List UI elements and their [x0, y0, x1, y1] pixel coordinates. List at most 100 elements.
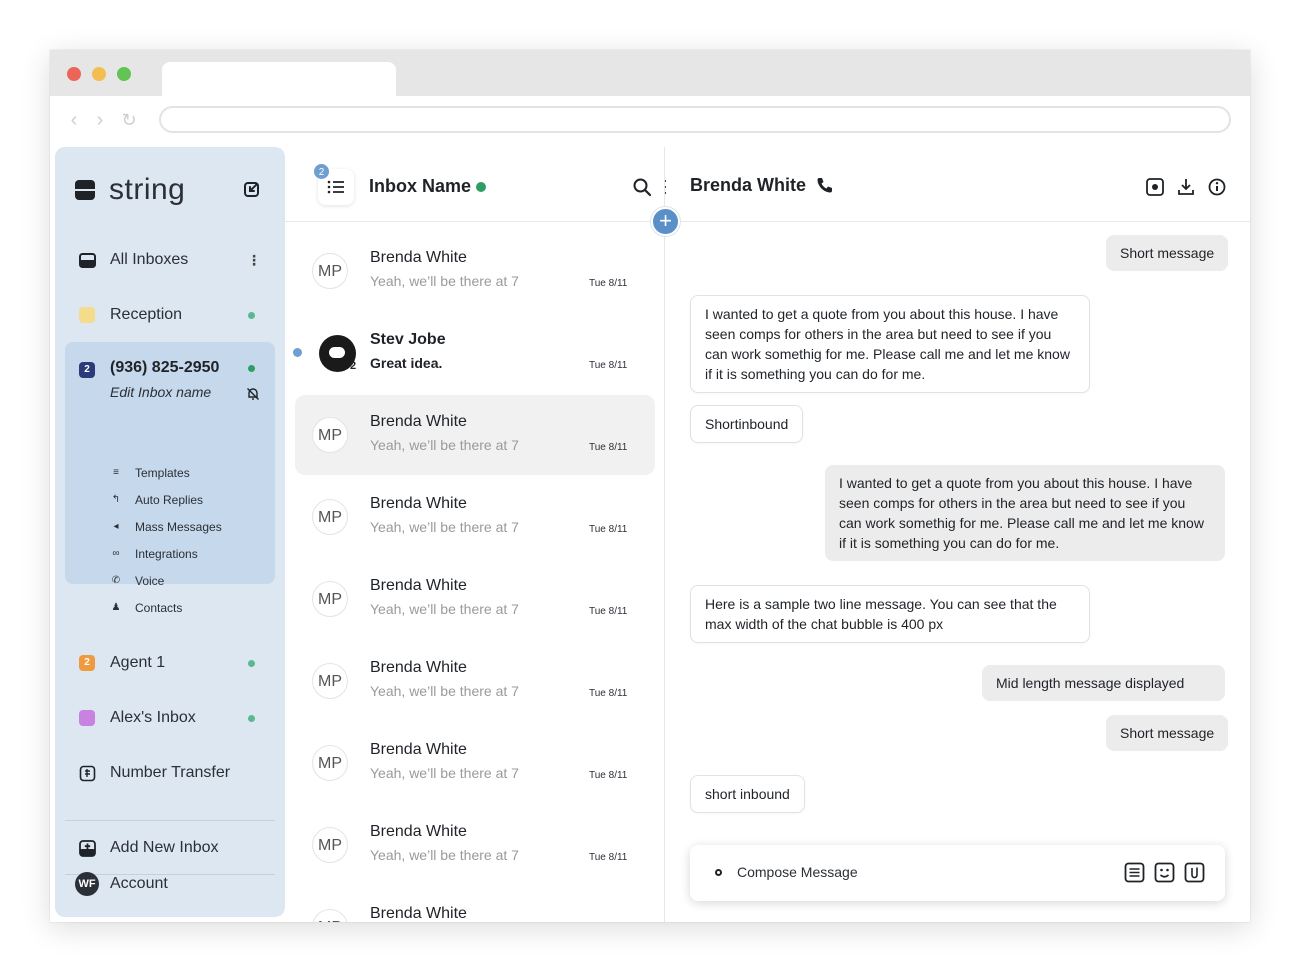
unread-indicator: [293, 348, 302, 357]
sub-item-auto-replies[interactable]: ↰ Auto Replies: [110, 490, 203, 510]
inbox-badge: 2: [79, 362, 95, 378]
sidebar-item-number-transfer[interactable]: Number Transfer: [55, 753, 285, 793]
message-bubble-outbound: Mid length message displayed: [982, 665, 1225, 701]
list-icon: [327, 180, 344, 194]
contact-name: Brenda White: [370, 249, 467, 266]
message-bubble-inbound: short inbound: [690, 775, 805, 813]
template-icon[interactable]: [1124, 862, 1145, 883]
message-preview: Yeah, we’ll be there at 7: [370, 519, 519, 535]
conversation-list-panel: 2 Inbox Name MP Brenda White Yeah, we’ll…: [285, 147, 681, 922]
conversation-item[interactable]: MP Brenda White Yeah, we’ll be there at …: [295, 559, 655, 639]
conversation-item[interactable]: 2 Stev Jobe Great idea. Tue 8/11: [293, 313, 655, 393]
message-time: Tue 8/11: [589, 360, 628, 371]
compose-message-input[interactable]: [737, 864, 1097, 880]
online-status-dot: [476, 182, 486, 192]
reload-icon[interactable]: ↻: [117, 108, 141, 132]
conversation-item[interactable]: MP Brenda White Yeah, we’ll be there at …: [295, 805, 655, 885]
message-preview: Great idea.: [370, 355, 443, 371]
sub-item-label: Mass Messages: [135, 520, 222, 534]
message-preview: Yeah, we’ll be there at 7: [370, 273, 519, 289]
conversation-item[interactable]: MP Brenda White Yeah, we’ll be there at …: [295, 231, 655, 311]
message-preview: Yeah, we’ll be there at 7: [370, 601, 519, 617]
brand-name: string: [109, 173, 186, 206]
call-phone-icon[interactable]: [816, 176, 834, 194]
status-dot: [248, 311, 255, 319]
edit-inbox-name-link[interactable]: Edit Inbox name: [110, 384, 211, 400]
sub-item-contacts[interactable]: ♟ Contacts: [110, 598, 183, 618]
download-icon[interactable]: [1177, 178, 1195, 196]
sidebar-item-all-inboxes[interactable]: All Inboxes ⋮: [55, 240, 285, 280]
back-icon[interactable]: ‹: [62, 108, 86, 132]
add-inbox-icon: [79, 839, 96, 857]
sub-item-label: Integrations: [135, 547, 198, 561]
close-window-button[interactable]: [67, 67, 81, 81]
add-conversation-button[interactable]: +: [651, 207, 680, 236]
maximize-window-button[interactable]: [117, 67, 131, 81]
megaphone-icon: ◂: [113, 521, 119, 532]
browser-toolbar: ‹ › ↻: [50, 96, 1250, 148]
mute-bell-icon[interactable]: [246, 387, 260, 401]
compose-bar: [690, 845, 1225, 901]
account-menu[interactable]: WF Account: [55, 864, 285, 904]
message-bubble-inbound: Here is a sample two line message. You c…: [690, 585, 1090, 643]
active-inbox-phone[interactable]: (936) 825-2950: [110, 359, 219, 377]
inbox-color-swatch: [79, 710, 95, 726]
contact-name: Brenda White: [370, 905, 467, 922]
attachment-icon[interactable]: [1184, 862, 1205, 883]
record-icon[interactable]: [1146, 178, 1164, 196]
info-icon[interactable]: [1208, 178, 1226, 196]
forward-icon[interactable]: ›: [88, 108, 112, 132]
sub-item-templates[interactable]: ≡ Templates: [110, 463, 190, 483]
conversation-header: Brenda White: [666, 147, 1250, 222]
browser-tab[interactable]: [162, 62, 396, 96]
contact-avatar: MP: [312, 581, 348, 617]
compose-status-icon: [715, 869, 722, 876]
conversation-item-selected[interactable]: MP Brenda White Yeah, we’ll be there at …: [295, 395, 655, 475]
emoji-icon[interactable]: [1154, 862, 1175, 883]
address-bar[interactable]: [159, 106, 1231, 133]
search-icon[interactable]: [632, 177, 652, 197]
sub-item-integrations[interactable]: ∞ Integrations: [110, 544, 198, 564]
conversation-item[interactable]: MP Brenda White Yeah, we’ll be there at …: [295, 477, 655, 557]
contact-name: Stev Jobe: [370, 331, 446, 348]
more-options-icon[interactable]: ⋮: [247, 252, 261, 269]
status-dot: [248, 365, 255, 372]
inbox-color-swatch: [79, 307, 95, 323]
sidebar-item-alexs-inbox[interactable]: Alex's Inbox: [55, 698, 285, 738]
sidebar-item-reception[interactable]: Reception: [55, 295, 285, 335]
contact-avatar: MP: [312, 909, 348, 922]
status-dot: [248, 659, 255, 667]
message-preview: Yeah, we’ll be there at 7: [370, 683, 519, 699]
title-bar: [50, 50, 1250, 96]
account-label: Account: [110, 875, 168, 892]
brand-logo[interactable]: string: [75, 173, 185, 207]
sub-item-label: Templates: [135, 466, 190, 480]
sub-item-voice[interactable]: ✆ Voice: [110, 571, 165, 591]
conversation-item[interactable]: MP Brenda White Yeah, we’ll be there at …: [295, 641, 655, 721]
sub-item-mass-messages[interactable]: ◂ Mass Messages: [110, 517, 222, 537]
new-message-icon[interactable]: [242, 179, 262, 199]
contact-name-heading: Brenda White: [690, 175, 807, 195]
message-preview: Yeah, we’ll be there at 7: [370, 847, 519, 863]
sidebar-item-label: All Inboxes: [110, 251, 189, 268]
inbox-header: 2 Inbox Name: [285, 147, 681, 222]
add-new-inbox-button[interactable]: Add New Inbox: [55, 828, 285, 868]
minimize-window-button[interactable]: [92, 67, 106, 81]
message-count: 2: [350, 360, 357, 372]
reply-icon: ↰: [111, 494, 121, 505]
sidebar-item-agent-1[interactable]: 2 Agent 1: [55, 643, 285, 683]
conversation-item[interactable]: MP Brenda White: [295, 887, 655, 922]
inbox-badge: 2: [79, 655, 95, 671]
number-transfer-icon: [79, 765, 96, 781]
add-new-inbox-label: Add New Inbox: [110, 839, 219, 856]
conversation-item[interactable]: MP Brenda White Yeah, we’ll be there at …: [295, 723, 655, 803]
sidebar-item-label: Number Transfer: [110, 764, 231, 781]
message-bubble-inbound: I wanted to get a quote from you about t…: [690, 295, 1090, 393]
conversation-panel: Brenda White Short message I wanted to g…: [666, 147, 1250, 922]
message-bubble-outbound: I wanted to get a quote from you about t…: [825, 465, 1225, 561]
sidebar-item-label: Alex's Inbox: [110, 709, 196, 726]
contact-name: Brenda White: [370, 823, 467, 840]
person-icon: ♟: [111, 602, 121, 613]
message-time: Tue 8/11: [589, 852, 628, 863]
inbox-tray-icon: [79, 252, 96, 268]
